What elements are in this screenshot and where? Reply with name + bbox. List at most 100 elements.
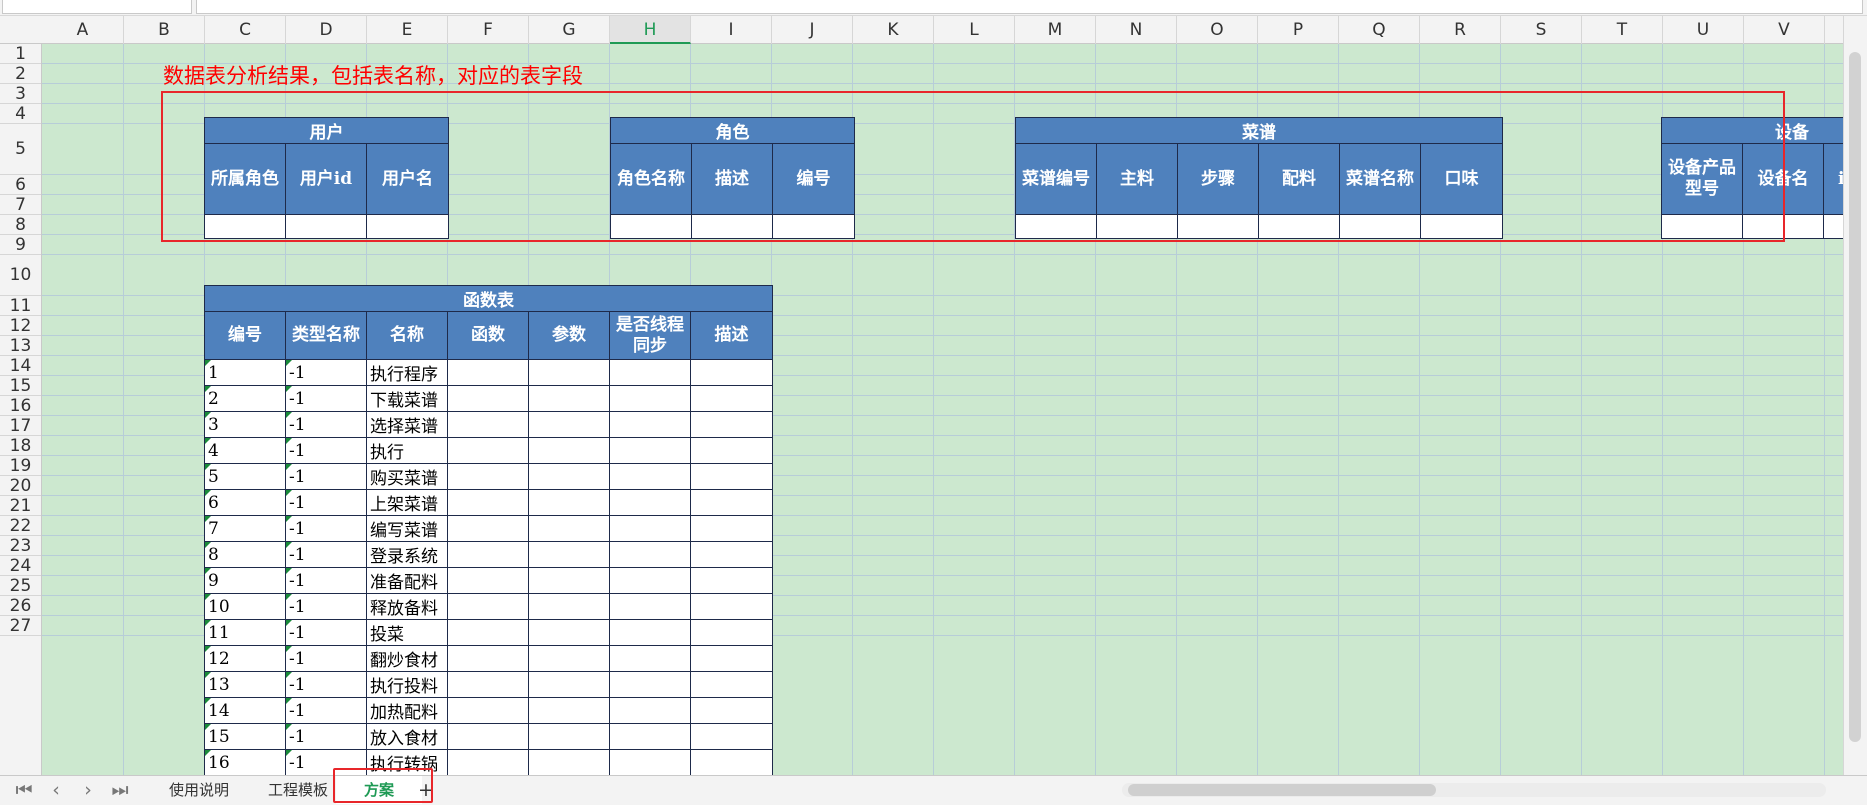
column-header[interactable]: K (853, 16, 934, 44)
cell[interactable] (609, 437, 691, 464)
cell[interactable] (528, 593, 610, 620)
cell[interactable]: -1 (285, 671, 367, 698)
column-header[interactable]: D (286, 16, 367, 44)
cell[interactable] (528, 749, 610, 775)
cell[interactable]: 1 (204, 359, 286, 386)
cell[interactable]: 释放备料 (366, 593, 448, 620)
cell[interactable]: -1 (285, 411, 367, 438)
cell[interactable] (689, 463, 774, 490)
cell[interactable] (689, 593, 774, 620)
cell[interactable] (528, 723, 610, 750)
row-header[interactable]: 1 (0, 44, 41, 64)
cell[interactable] (609, 489, 691, 516)
cell[interactable] (689, 671, 774, 698)
cell[interactable]: 9 (204, 567, 286, 594)
cell[interactable]: -1 (285, 437, 367, 464)
cell[interactable] (447, 567, 529, 594)
cell[interactable]: -1 (285, 723, 367, 750)
cell[interactable]: -1 (285, 489, 367, 516)
row-header[interactable]: 25 (0, 576, 41, 596)
cell[interactable]: -1 (285, 619, 367, 646)
cell[interactable] (689, 515, 774, 542)
vertical-scroll-thumb[interactable] (1849, 52, 1861, 742)
cell[interactable] (447, 359, 529, 386)
row-header[interactable]: 3 (0, 84, 41, 104)
row-header[interactable]: 20 (0, 476, 41, 496)
cell[interactable]: 7 (204, 515, 286, 542)
cell[interactable] (447, 437, 529, 464)
tab-project-template[interactable]: 工程模板 (250, 776, 346, 804)
cell[interactable]: 13 (204, 671, 286, 698)
cell[interactable] (447, 593, 529, 620)
cell[interactable]: 登录系统 (366, 541, 448, 568)
cell[interactable]: 16 (204, 749, 286, 775)
cell[interactable] (609, 567, 691, 594)
cell[interactable] (528, 411, 610, 438)
cell[interactable] (609, 619, 691, 646)
row-header[interactable]: 10 (0, 255, 41, 296)
column-header[interactable]: F (448, 16, 529, 44)
cell[interactable] (447, 671, 529, 698)
cell[interactable] (689, 385, 774, 412)
cell[interactable] (689, 749, 774, 775)
column-header[interactable]: A (42, 16, 124, 44)
cell[interactable] (609, 749, 691, 775)
cell[interactable] (689, 541, 774, 568)
cell[interactable] (528, 671, 610, 698)
cell[interactable]: 执行程序 (366, 359, 448, 386)
cell[interactable]: 11 (204, 619, 286, 646)
column-header[interactable]: I (691, 16, 772, 44)
row-header[interactable]: 6 (0, 175, 41, 195)
cell[interactable]: 翻炒食材 (366, 645, 448, 672)
row-header[interactable]: 17 (0, 416, 41, 436)
column-header[interactable]: E (367, 16, 448, 44)
cell[interactable] (689, 437, 774, 464)
cell[interactable]: 下载菜谱 (366, 385, 448, 412)
cell[interactable]: 选择菜谱 (366, 411, 448, 438)
cell[interactable]: 3 (204, 411, 286, 438)
row-header[interactable]: 8 (0, 215, 41, 235)
row-header[interactable]: 14 (0, 356, 41, 376)
cell[interactable]: 15 (204, 723, 286, 750)
column-header[interactable]: B (124, 16, 205, 44)
cell[interactable] (528, 437, 610, 464)
column-header[interactable]: N (1096, 16, 1177, 44)
column-header[interactable]: J (772, 16, 853, 44)
cell[interactable] (528, 541, 610, 568)
cell[interactable] (609, 593, 691, 620)
row-header[interactable]: 9 (0, 235, 41, 255)
cell[interactable] (528, 697, 610, 724)
cell[interactable]: 2 (204, 385, 286, 412)
cell[interactable]: -1 (285, 593, 367, 620)
cell[interactable]: -1 (285, 697, 367, 724)
column-header[interactable]: M (1015, 16, 1096, 44)
column-header[interactable]: Q (1339, 16, 1420, 44)
horizontal-scroll-thumb[interactable] (1128, 784, 1436, 796)
cell[interactable]: 执行投料 (366, 671, 448, 698)
cell[interactable] (689, 359, 774, 386)
column-header[interactable]: C (205, 16, 286, 44)
cell[interactable]: -1 (285, 567, 367, 594)
column-header[interactable]: U (1663, 16, 1744, 44)
cell[interactable] (689, 645, 774, 672)
cell[interactable]: 上架菜谱 (366, 489, 448, 516)
cell[interactable] (447, 385, 529, 412)
cell[interactable] (528, 385, 610, 412)
cell[interactable]: 编写菜谱 (366, 515, 448, 542)
cell[interactable] (447, 515, 529, 542)
cell[interactable] (528, 619, 610, 646)
cell[interactable] (447, 619, 529, 646)
cell[interactable] (689, 567, 774, 594)
cell[interactable] (447, 723, 529, 750)
cell[interactable]: 14 (204, 697, 286, 724)
cell[interactable]: -1 (285, 359, 367, 386)
row-header[interactable]: 4 (0, 104, 41, 124)
column-header[interactable]: O (1177, 16, 1258, 44)
cell[interactable] (609, 515, 691, 542)
cell[interactable]: -1 (285, 645, 367, 672)
row-header[interactable]: 5 (0, 124, 41, 175)
row-header[interactable]: 21 (0, 496, 41, 516)
cell[interactable] (447, 645, 529, 672)
cell[interactable] (689, 411, 774, 438)
row-header[interactable]: 16 (0, 396, 41, 416)
